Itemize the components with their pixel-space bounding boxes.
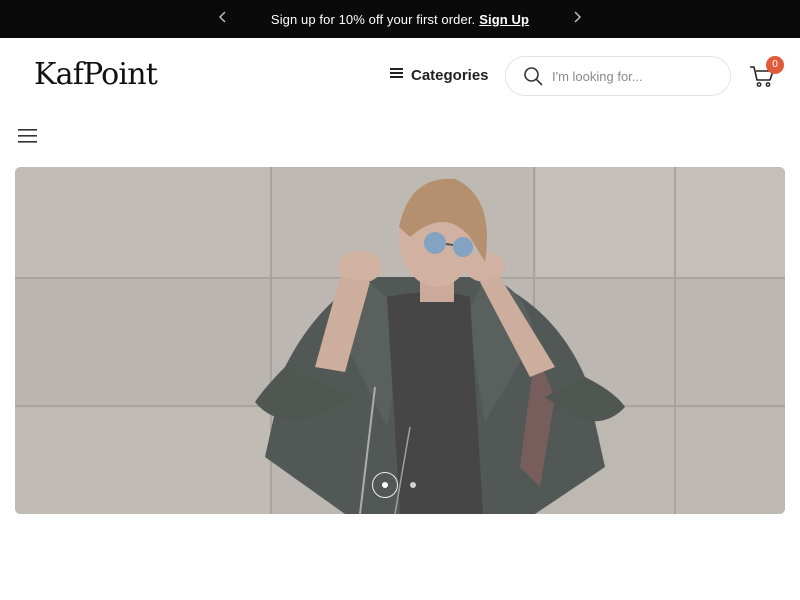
search-input[interactable] bbox=[552, 61, 712, 91]
shopping-cart-icon bbox=[749, 66, 775, 92]
announcement-message: Sign up for 10% off your first order. Si… bbox=[0, 0, 800, 38]
search-box bbox=[505, 56, 731, 96]
site-logo[interactable]: KafPoint bbox=[34, 55, 158, 95]
page: Sign up for 10% off your first order. Si… bbox=[0, 0, 800, 600]
cart-count-badge: 0 bbox=[766, 56, 784, 74]
search-icon[interactable] bbox=[522, 65, 544, 87]
hamburger-menu-icon bbox=[18, 128, 38, 149]
announcement-text: Sign up for 10% off your first order. bbox=[270, 11, 476, 27]
announcement-bar: Sign up for 10% off your first order. Si… bbox=[0, 0, 800, 38]
cart-button[interactable]: 0 bbox=[749, 56, 784, 92]
announcement-next-button[interactable] bbox=[567, 9, 587, 29]
categories-button[interactable]: Categories bbox=[389, 62, 489, 88]
slide-dot-2[interactable] bbox=[410, 482, 416, 488]
menu-lines-icon bbox=[389, 66, 405, 85]
slider-pagination bbox=[372, 472, 416, 498]
hamburger-menu-button[interactable] bbox=[17, 128, 39, 148]
hero-overlay bbox=[15, 167, 785, 514]
hero-slider[interactable] bbox=[15, 167, 785, 514]
slide-dot-1[interactable] bbox=[372, 472, 398, 498]
slide-dot-1-indicator bbox=[382, 482, 388, 488]
chevron-right-icon bbox=[572, 10, 582, 28]
categories-label: Categories bbox=[411, 66, 489, 84]
sign-up-link[interactable]: Sign Up bbox=[479, 12, 529, 27]
